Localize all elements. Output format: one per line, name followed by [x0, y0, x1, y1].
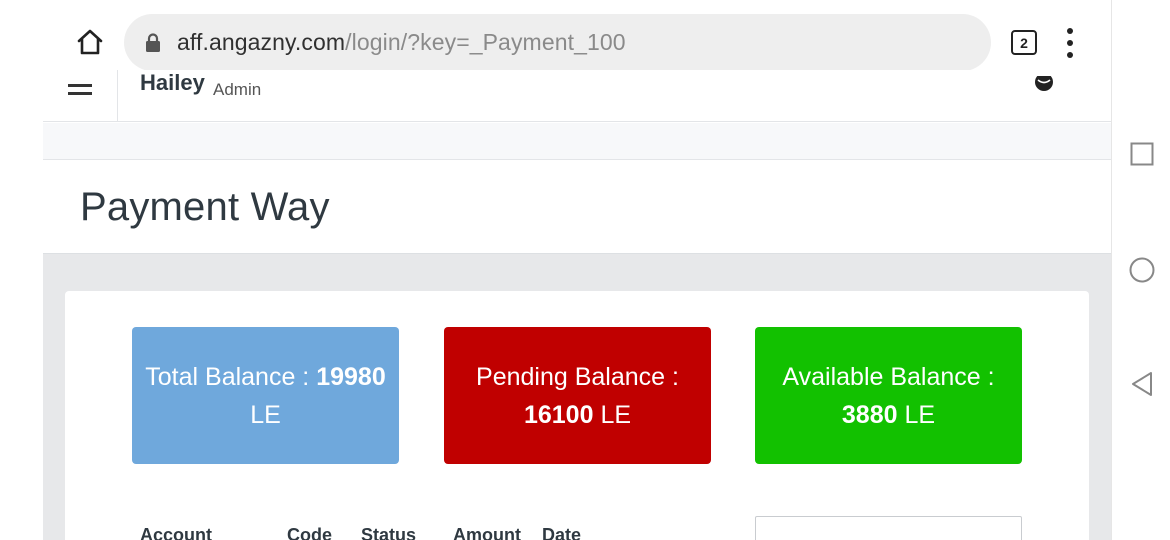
app-header: Hailey Admin — [43, 70, 1111, 122]
column-date[interactable]: Date — [542, 525, 581, 540]
tab-switcher-button[interactable]: 2 — [1011, 30, 1037, 55]
system-nav-bar — [1111, 0, 1170, 540]
pending-balance-text: Pending Balance : 16100 LE — [476, 358, 679, 434]
screen: aff.angazny.com/login/?key=_Payment_100 … — [0, 0, 1170, 540]
square-recents-icon[interactable] — [1128, 140, 1156, 168]
more-vert-icon[interactable] — [1062, 28, 1080, 58]
pending-balance-currency: LE — [600, 400, 632, 429]
url-host: aff.angazny.com — [177, 29, 346, 55]
hamburger-icon[interactable] — [68, 84, 92, 95]
total-balance-box: Total Balance : 19980 LE — [132, 327, 399, 464]
available-balance-label: Available Balance : — [782, 362, 995, 391]
total-balance-amount: 19980 — [316, 362, 386, 391]
column-code[interactable]: Code — [287, 525, 332, 540]
total-balance-currency: LE — [250, 400, 281, 429]
total-balance-text: Total Balance : 19980 LE — [145, 358, 385, 434]
column-account[interactable]: Account — [140, 525, 212, 540]
url-text: aff.angazny.com/login/?key=_Payment_100 — [177, 29, 626, 56]
pending-balance-box: Pending Balance : 16100 LE — [444, 327, 711, 464]
available-balance-currency: LE — [904, 400, 936, 429]
browser-home-button[interactable] — [72, 24, 108, 60]
user-role: Admin — [213, 80, 262, 99]
pending-balance-amount: 16100 — [523, 400, 594, 429]
page-title: Payment Way — [80, 185, 330, 229]
user-name: Hailey — [140, 70, 205, 95]
page-title-area: Payment Way — [43, 161, 1111, 254]
triangle-back-icon[interactable] — [1128, 370, 1156, 398]
available-balance-box: Available Balance : 3880 LE — [755, 327, 1022, 464]
address-bar[interactable]: aff.angazny.com/login/?key=_Payment_100 — [124, 14, 991, 71]
lock-icon — [145, 32, 161, 53]
available-balance-text: Available Balance : 3880 LE — [782, 358, 994, 434]
pending-balance-label: Pending Balance : — [476, 362, 679, 391]
globe-icon[interactable] — [1033, 76, 1055, 92]
home-icon — [77, 29, 103, 55]
available-balance-amount: 3880 — [841, 400, 898, 429]
header-divider — [117, 70, 118, 121]
subheader-band — [43, 123, 1111, 160]
url-path: /login/?key=_Payment_100 — [345, 29, 626, 55]
total-balance-label: Total Balance : — [145, 362, 317, 391]
search-input[interactable] — [755, 516, 1022, 540]
circle-home-icon[interactable] — [1128, 256, 1156, 284]
column-amount[interactable]: Amount — [453, 525, 521, 540]
column-status[interactable]: Status — [361, 525, 416, 540]
